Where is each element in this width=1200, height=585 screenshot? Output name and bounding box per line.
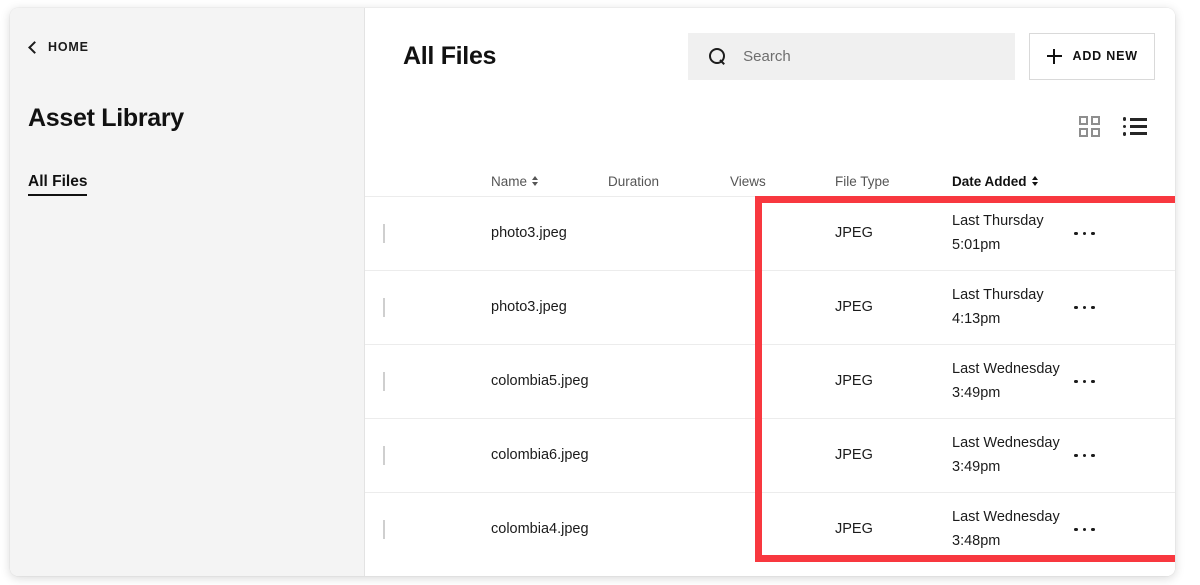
sort-arrows-icon: [532, 176, 538, 186]
table-header-row: Name Duration Views File Type Date Added: [365, 166, 1175, 196]
file-type-cell: JPEG: [835, 518, 952, 541]
row-select-cell: [383, 373, 425, 391]
row-menu-cell: [1070, 380, 1130, 384]
date-added-cell: Last Thursday 5:01pm: [952, 210, 1070, 257]
file-name-cell[interactable]: colombia4.jpeg: [491, 518, 608, 541]
file-type-label: JPEG: [835, 299, 873, 315]
grid-view-icon[interactable]: [1079, 116, 1100, 137]
table-body: photo3.jpegJPEGLast Thursday 5:01pmphoto…: [365, 196, 1175, 566]
overflow-menu-icon[interactable]: [1074, 232, 1130, 236]
file-type-label: JPEG: [835, 373, 873, 389]
table-row[interactable]: colombia6.jpeg JPEG Last Wednesday 3:49pm: [365, 418, 1175, 492]
file-name-cell[interactable]: photo3.jpeg: [491, 222, 608, 245]
row-checkbox[interactable]: [383, 224, 385, 243]
add-new-button[interactable]: ADD NEW: [1029, 33, 1155, 80]
overflow-menu-icon[interactable]: [1074, 528, 1130, 532]
view-toggle-group: [1079, 116, 1147, 137]
file-name-cell[interactable]: photo3.jpeg: [491, 296, 608, 319]
date-added-label: Last Thursday 4:13pm: [952, 287, 1044, 326]
add-new-label: ADD NEW: [1073, 49, 1138, 63]
search-input[interactable]: Search: [688, 33, 1015, 80]
page-title: All Files: [403, 42, 496, 71]
file-type-cell: JPEG: [835, 370, 952, 393]
date-added-cell: Last Wednesday 3:49pm: [952, 432, 1070, 479]
plus-icon: [1047, 49, 1062, 64]
date-added-cell: Last Wednesday 3:48pm: [952, 506, 1070, 553]
sort-arrows-icon: [1032, 176, 1038, 186]
file-name-label: colombia5.jpeg: [491, 373, 589, 389]
date-added-label: Last Wednesday 3:48pm: [952, 509, 1060, 548]
row-menu-cell: [1070, 232, 1130, 236]
date-added-label: Last Wednesday 3:49pm: [952, 435, 1060, 474]
overflow-menu-icon[interactable]: [1074, 380, 1130, 384]
sidebar-item-label: All Files: [28, 173, 87, 190]
row-select-cell: [383, 225, 425, 243]
file-name-label: photo3.jpeg: [491, 299, 567, 315]
column-header-name[interactable]: Name: [491, 174, 608, 189]
home-back-link[interactable]: HOME: [28, 36, 364, 58]
column-header-duration[interactable]: Duration: [608, 174, 730, 189]
date-added-cell: Last Thursday 4:13pm: [952, 284, 1070, 331]
table-row[interactable]: photo3.jpeg JPEG Last Thursday 4:13pm: [365, 270, 1175, 344]
overflow-menu-icon[interactable]: [1074, 454, 1130, 458]
search-placeholder: Search: [743, 48, 791, 65]
column-header-date-added-label: Date Added: [952, 174, 1027, 189]
overflow-menu-icon[interactable]: [1074, 306, 1130, 310]
row-menu-cell: [1070, 528, 1130, 532]
file-name-cell[interactable]: colombia6.jpeg: [491, 444, 608, 467]
file-type-cell: JPEG: [835, 296, 952, 319]
row-checkbox[interactable]: [383, 372, 385, 391]
list-view-icon[interactable]: [1123, 117, 1147, 135]
file-name-cell[interactable]: colombia5.jpeg: [491, 370, 608, 393]
column-header-file-type-label: File Type: [835, 174, 890, 189]
library-title: Asset Library: [28, 104, 364, 133]
column-header-date-added[interactable]: Date Added: [952, 174, 1070, 189]
sidebar: HOME Asset Library All Files: [10, 8, 365, 576]
file-type-cell: JPEG: [835, 222, 952, 245]
app-window: HOME Asset Library All Files All Files S…: [10, 8, 1175, 576]
table-row[interactable]: colombia4.jpeg JPEG Last Wednesday 3:48pm: [365, 492, 1175, 566]
date-added-label: Last Thursday 5:01pm: [952, 213, 1044, 252]
main-content: All Files Search ADD NEW: [365, 8, 1175, 576]
file-type-label: JPEG: [835, 447, 873, 463]
chevron-left-icon: [28, 41, 41, 54]
row-checkbox[interactable]: [383, 298, 385, 317]
column-header-name-label: Name: [491, 174, 527, 189]
row-menu-cell: [1070, 306, 1130, 310]
content-header: All Files Search ADD NEW: [365, 8, 1175, 82]
column-header-file-type[interactable]: File Type: [835, 174, 952, 189]
row-checkbox[interactable]: [383, 520, 385, 539]
file-table: Name Duration Views File Type Date Added: [365, 166, 1175, 576]
row-select-cell: [383, 447, 425, 465]
date-added-cell: Last Wednesday 3:49pm: [952, 358, 1070, 405]
file-name-label: colombia4.jpeg: [491, 521, 589, 537]
file-name-label: photo3.jpeg: [491, 225, 567, 241]
row-select-cell: [383, 521, 425, 539]
file-type-cell: JPEG: [835, 444, 952, 467]
row-checkbox[interactable]: [383, 446, 385, 465]
sidebar-item-all-files[interactable]: All Files: [28, 173, 87, 196]
row-menu-cell: [1070, 454, 1130, 458]
table-row[interactable]: photo3.jpeg JPEG Last Thursday 5:01pm: [365, 196, 1175, 270]
row-select-cell: [383, 299, 425, 317]
table-row[interactable]: colombia5.jpeg JPEG Last Wednesday 3:49pm: [365, 344, 1175, 418]
file-type-label: JPEG: [835, 225, 873, 241]
column-header-views-label: Views: [730, 174, 766, 189]
column-header-views[interactable]: Views: [730, 174, 835, 189]
search-icon: [709, 48, 726, 65]
column-header-duration-label: Duration: [608, 174, 659, 189]
file-type-label: JPEG: [835, 521, 873, 537]
file-name-label: colombia6.jpeg: [491, 447, 589, 463]
date-added-label: Last Wednesday 3:49pm: [952, 361, 1060, 400]
home-label: HOME: [48, 40, 89, 54]
